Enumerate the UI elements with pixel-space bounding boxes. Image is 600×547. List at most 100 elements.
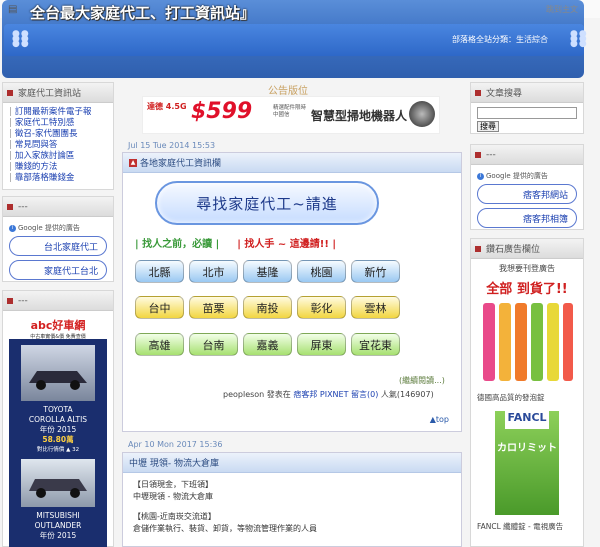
region-button-changhua[interactable]: 彰化 bbox=[297, 296, 346, 319]
skip-to-main-link[interactable]: 跳到主文 bbox=[546, 4, 578, 15]
view-count: 人氣(146907) bbox=[380, 390, 434, 399]
region-button-north-county[interactable]: 北縣 bbox=[135, 260, 184, 283]
info-icon[interactable]: i bbox=[9, 224, 16, 232]
ad-link-home-work-taipei[interactable]: 家庭代工台北 bbox=[9, 260, 107, 280]
sidebar-link-special[interactable]: 家庭代工特別感 bbox=[15, 118, 75, 128]
car1-details: TOYOTA COROLLA ALTIS 年份 2015 58.80萬 對比行情… bbox=[9, 405, 107, 455]
read-before-hiring-link[interactable]: | 找人之前，必讀 | bbox=[135, 239, 219, 250]
region-button-miaoli[interactable]: 苗栗 bbox=[189, 296, 238, 319]
back-to-top-link[interactable]: ▲top bbox=[430, 415, 449, 424]
post-title-link[interactable]: 各地家庭代工資訊欄 bbox=[140, 156, 221, 169]
abc-logo-text: abc好車網 bbox=[30, 319, 86, 332]
ad-link-taipei-home-work[interactable]: 台北家庭代工 bbox=[9, 236, 107, 256]
region-button-taoyuan[interactable]: 桃園 bbox=[297, 260, 346, 283]
blog-category[interactable]: 部落格全站分類：生活綜合 bbox=[452, 34, 548, 45]
post-date: Apr 10 Mon 2017 15:36 bbox=[128, 440, 223, 449]
pixnet-link[interactable]: 痞客邦 bbox=[293, 390, 317, 399]
advertise-here-link[interactable]: 我想要刊登廣告 bbox=[471, 263, 583, 274]
region-button-kaohsiung[interactable]: 高雄 bbox=[135, 333, 184, 356]
banner-product: 智慧型掃地機器人 bbox=[311, 109, 408, 123]
post-meta: peopleson 發表在 痞客邦 PIXNET 留言(0) 人氣(146907… bbox=[223, 389, 434, 400]
fancl-logo: FANCL bbox=[505, 411, 549, 429]
box-body: i Google 提供的廣告 痞客邦網站 痞客邦相簿 bbox=[471, 165, 583, 236]
box-header: --- bbox=[3, 197, 113, 217]
car2-details: MITSUBISHI OUTLANDER 年份 2015 bbox=[9, 511, 107, 541]
sidebar-box-google-ads: --- i Google 提供的廣告 台北家庭代工 家庭代工台北 bbox=[2, 196, 114, 282]
box-header: --- bbox=[471, 145, 583, 165]
ad-caption[interactable]: FANCL 纖體錠 - 電視廣告 bbox=[477, 521, 577, 532]
square-icon bbox=[475, 245, 481, 252]
box-header: --- bbox=[3, 291, 113, 311]
box-title: --- bbox=[18, 295, 28, 306]
vitamin-ad[interactable]: 全部 到貨了!! bbox=[477, 278, 577, 388]
region-button-yunlin[interactable]: 雲林 bbox=[351, 296, 400, 319]
ad-headline: 全部 到貨了!! bbox=[486, 282, 568, 297]
comment-count-link[interactable]: 留言(0) bbox=[351, 390, 378, 399]
info-icon[interactable]: i bbox=[477, 172, 484, 180]
square-icon bbox=[7, 89, 13, 96]
find-workers-link[interactable]: | 找人手 ~ 這邊請!! | bbox=[237, 239, 336, 250]
post-date: Jul 15 Tue 2014 15:53 bbox=[128, 141, 216, 150]
header-nav-strip: ●● ●● ●● ●● ●● ●● 部落格全站分類：生活綜合 bbox=[4, 24, 588, 56]
car1-price: 58.80萬 bbox=[42, 435, 74, 444]
post-spacer bbox=[133, 503, 451, 511]
ad-link-pixnet-site[interactable]: 痞客邦網站 bbox=[477, 184, 577, 204]
google-ads-label: i Google 提供的廣告 bbox=[477, 171, 577, 181]
region-button-taichung[interactable]: 台中 bbox=[135, 296, 184, 319]
sidebar-link-forum[interactable]: 加入家族討論區 bbox=[15, 151, 75, 161]
square-icon bbox=[475, 89, 481, 96]
site-title[interactable]: 全台最大家庭代工、打工資訊站』 bbox=[30, 2, 255, 23]
link-list: 訂閱最新案件電子報 家庭代工特別感 徵召-家代團團長 常見問與答 加入家族討論區… bbox=[3, 103, 113, 188]
sidebar-link-methods[interactable]: 賺錢的方法 bbox=[15, 162, 58, 172]
ad-caption[interactable]: 德國高品質的發泡錠 bbox=[477, 392, 577, 403]
sidebar-link-subscribe[interactable]: 訂閱最新案件電子報 bbox=[15, 107, 92, 117]
square-icon bbox=[475, 151, 481, 158]
grip-dots-icon: ●● ●● ●● bbox=[570, 29, 588, 49]
car-ad-banner[interactable]: abc好車網 中古車實價&價 免費查價 TOYOTA COROLLA ALTIS… bbox=[9, 315, 107, 547]
vitamin-tubes-image bbox=[483, 303, 573, 381]
ad-slot-label: 公告版位 bbox=[268, 86, 308, 97]
car1-year: 年份 2015 bbox=[39, 425, 77, 434]
post-line: 中壢現領 - 物流大倉庫 bbox=[133, 492, 213, 501]
robot-vacuum-image bbox=[409, 101, 435, 127]
region-button-pingtung[interactable]: 屏東 bbox=[297, 333, 346, 356]
banner-promo: 精選配件限時 中國信 bbox=[273, 105, 307, 118]
region-button-yilan-hualien-taitung[interactable]: 宜花東 bbox=[351, 333, 400, 356]
car2-year: 年份 2015 bbox=[39, 531, 77, 540]
box-body: 搜尋 bbox=[471, 103, 583, 136]
search-button[interactable]: 搜尋 bbox=[477, 121, 499, 132]
pin-icon: ▲ bbox=[129, 158, 137, 167]
region-button-chiayi[interactable]: 嘉義 bbox=[243, 333, 292, 356]
region-button-keelung[interactable]: 基隆 bbox=[243, 260, 292, 283]
box-title: 文章搜尋 bbox=[486, 89, 523, 99]
sidebar-link-blog-earn[interactable]: 靠部落格賺錢金 bbox=[15, 173, 75, 183]
fancl-ad[interactable]: FANCL カロリミット bbox=[495, 411, 559, 515]
region-button-nantou[interactable]: 南投 bbox=[243, 296, 292, 319]
search-input[interactable] bbox=[477, 107, 577, 119]
car1-note: 對比行情價 ▲ 32 bbox=[36, 447, 80, 453]
ad-link-pixnet-album[interactable]: 痞客邦相簿 bbox=[477, 208, 577, 228]
box-title: 家庭代工資訊站 bbox=[18, 89, 82, 99]
continue-reading-link[interactable]: (繼續閱讀...) bbox=[399, 375, 445, 386]
sidebar-link-faq[interactable]: 常見問與答 bbox=[15, 140, 58, 150]
region-button-hsinchu[interactable]: 新竹 bbox=[351, 260, 400, 283]
find-home-work-button[interactable]: 尋找家庭代工~請進 bbox=[155, 181, 379, 225]
car1-make: TOYOTA bbox=[43, 405, 73, 414]
box-title: --- bbox=[486, 149, 496, 160]
region-button-taipei[interactable]: 北市 bbox=[189, 260, 238, 283]
promo-banner[interactable]: 達德 4.5G $599 精選配件限時 中國信 智慧型掃地機器人 bbox=[142, 96, 440, 134]
post-title-link[interactable]: 中壢 現領- 物流大倉庫 bbox=[129, 456, 219, 469]
sidebar-box-pixnet-links: --- i Google 提供的廣告 痞客邦網站 痞客邦相簿 bbox=[470, 144, 584, 230]
post-tagline: | 找人之前，必讀 | | 找人手 ~ 這邊請!! | bbox=[135, 235, 336, 250]
menu-icon[interactable]: ▤ bbox=[8, 4, 17, 15]
google-ads-text: Google 提供的廣告 bbox=[486, 172, 548, 180]
pixnet-brand-link[interactable]: PIXNET bbox=[320, 390, 349, 399]
fancl-product-name: カロリミット bbox=[497, 443, 557, 454]
google-ads-text: Google 提供的廣告 bbox=[18, 224, 80, 232]
posted-label: 發表在 bbox=[266, 390, 291, 399]
sidebar-link-recruit[interactable]: 徵召-家代團團長 bbox=[15, 129, 78, 139]
car-image-mitsubishi bbox=[21, 459, 95, 507]
banner-brand: 達德 4.5G bbox=[147, 102, 187, 111]
car2-model: OUTLANDER bbox=[34, 521, 82, 530]
region-button-tainan[interactable]: 台南 bbox=[189, 333, 238, 356]
